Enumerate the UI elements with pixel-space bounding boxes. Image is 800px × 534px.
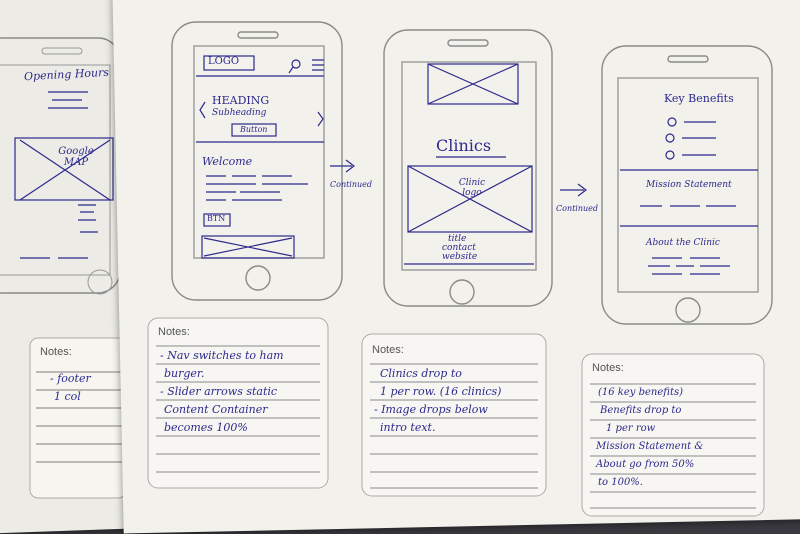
phone2-website: website [442,252,478,262]
phone1-btn: BTN [207,214,226,223]
arrow2-continued: Continued [556,204,599,213]
phone2-wireframe [404,63,534,265]
phone1-heading: HEADING [212,94,270,107]
phone2-home-button [449,279,475,305]
phone1-note-2: burger. [164,367,205,380]
phone3-note-3: 1 per row [606,423,656,434]
phone3-about-clinic: About the Clinic [646,238,720,248]
phone3-note-1: (16 key benefits) [598,387,684,398]
phone2-note-3: - Image drops below [374,403,488,416]
phone1-logo: LOGO [208,56,240,67]
arrow1-continued: Continued [330,180,373,189]
phone2-note-4: intro text. [380,421,436,434]
phone3-key-benefits: Key Benefits [664,92,734,105]
phone2-speaker [447,39,489,47]
phone3-wireframe [620,117,758,275]
phone3-home-button [675,297,701,323]
phone1-speaker [237,31,279,39]
front-sheet-drawing [147,21,773,517]
phone2-note-2: 1 per row. (16 clinics) [380,385,502,398]
phone1-home-button [245,265,271,291]
phone1-note-4: Content Container [164,403,268,416]
phone1-button: Button [240,125,268,134]
phone3-mission-statement: Mission Statement [646,180,732,190]
phone3-note-5: About go from 50% [596,459,695,470]
phone3-note-4: Mission Statement & [596,441,704,452]
phone1-note-5: becomes 100% [164,421,248,434]
phone2-note-1: Clinics drop to [380,367,462,380]
phone1-note-1: - Nav switches to ham [160,349,284,362]
phone1-notes-label: Notes: [158,326,190,338]
phone3-notes-label: Notes: [592,362,624,374]
phone2-clinic-logo: Clinic logo [458,178,486,198]
phone3-note-6: to 100%. [598,477,643,488]
phone1-welcome: Welcome [202,155,253,168]
phone1-subheading: Subheading [212,108,267,118]
phone1-note-3: - Slider arrows static [160,385,278,398]
phone3-note-2: Benefits drop to [600,405,682,416]
phone2-clinics-title: Clinics [436,136,492,155]
phone2-notes-label: Notes: [372,344,404,356]
phone3-speaker [667,55,709,63]
